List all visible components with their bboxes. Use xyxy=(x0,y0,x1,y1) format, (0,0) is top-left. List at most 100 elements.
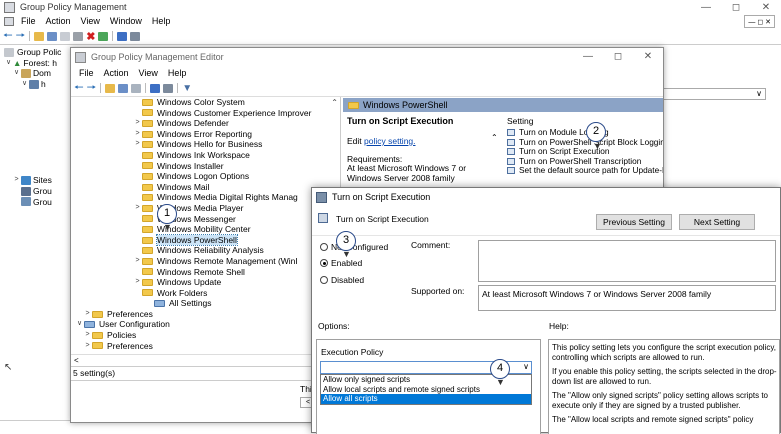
editor-menu-help[interactable]: Help xyxy=(163,67,192,80)
gpm-tree-item[interactable]: ∨ Dom xyxy=(4,68,74,79)
setting-column-header[interactable]: Setting xyxy=(507,116,533,126)
properties-icon[interactable] xyxy=(163,83,174,93)
back-arrow-icon[interactable]: 🠔 xyxy=(74,79,84,98)
folder-up-icon[interactable] xyxy=(34,31,45,41)
callout-2-pointer: ▼ xyxy=(593,141,602,151)
setting-row[interactable]: Set the default source path for Update-H… xyxy=(507,165,663,176)
forward-arrow-icon[interactable]: 🠖 xyxy=(16,27,26,46)
back-arrow-icon[interactable]: 🠔 xyxy=(3,27,13,46)
editor-menu-view[interactable]: View xyxy=(134,67,163,80)
close-icon[interactable]: ✕ xyxy=(633,48,663,66)
tree-item-label: Windows Customer Experience Improver xyxy=(157,107,312,118)
expand-arrow-icon[interactable]: > xyxy=(133,118,142,129)
tree-item[interactable]: > Windows Defender xyxy=(133,118,338,129)
scroll-left-icon[interactable]: < xyxy=(74,356,79,365)
radio-disabled[interactable]: Disabled xyxy=(320,275,364,285)
expand-arrow-icon[interactable]: > xyxy=(133,139,142,150)
sites-icon xyxy=(21,176,31,186)
tree-scroll-up-icon[interactable]: ⌃ xyxy=(331,98,338,107)
comment-field[interactable] xyxy=(478,240,776,282)
next-setting-button[interactable]: Next Setting xyxy=(679,214,755,230)
folder-up-icon[interactable] xyxy=(105,83,116,93)
close-icon[interactable]: ✕ xyxy=(751,0,781,15)
expand-arrow-icon[interactable]: > xyxy=(133,256,142,267)
collapse-arrow-icon[interactable]: ∨ xyxy=(75,319,84,330)
tree-item[interactable]: > Windows Hello for Business xyxy=(133,139,338,150)
expand-arrow-icon[interactable]: > xyxy=(83,330,92,341)
tree-item[interactable]: Windows Ink Workspace xyxy=(133,150,338,161)
gpm-tree-item[interactable]: Group Polic xyxy=(4,47,74,58)
tree-item[interactable]: ∨ User Configuration xyxy=(75,319,338,330)
tree-item[interactable]: > Windows Update xyxy=(133,277,338,288)
tree-item-label: Policies xyxy=(107,330,137,341)
tree-item[interactable]: Windows Installer xyxy=(133,161,338,172)
dropdown-option-highlighted[interactable]: Allow all scripts xyxy=(321,394,531,404)
previous-setting-button[interactable]: Previous Setting xyxy=(596,214,672,230)
expand-arrow-icon[interactable]: > xyxy=(83,309,92,320)
gpm-right-dropdown[interactable]: ∨ xyxy=(660,88,766,100)
paste-icon[interactable] xyxy=(73,31,84,41)
gpm-child-controls[interactable]: — ◻ ✕ xyxy=(744,15,775,28)
forward-arrow-icon[interactable]: 🠖 xyxy=(87,79,97,98)
tree-item[interactable]: > Windows Error Reporting xyxy=(133,129,338,140)
folder-icon xyxy=(142,151,153,159)
gpm-menu-view[interactable]: View xyxy=(76,15,105,28)
help-icon[interactable] xyxy=(150,83,161,93)
gpm-tree-item[interactable]: > Sites xyxy=(4,175,74,186)
radio-enabled[interactable]: Enabled xyxy=(320,258,362,268)
tree-item[interactable]: Windows Remote Shell xyxy=(133,267,338,278)
tree-item[interactable]: Windows Reliability Analysis xyxy=(133,245,338,256)
modeling-icon xyxy=(21,186,31,196)
policy-setting-icon xyxy=(507,148,515,156)
maximize-icon[interactable]: ◻ xyxy=(603,48,633,66)
dropdown-chevron-icon[interactable]: ∨ xyxy=(523,362,529,371)
expand-arrow-icon[interactable]: > xyxy=(133,277,142,288)
properties-icon[interactable] xyxy=(130,31,141,41)
filter-icon[interactable]: ▼ xyxy=(182,83,192,94)
edit-policy-link[interactable]: policy setting. xyxy=(364,136,416,146)
tree-item[interactable]: All Settings xyxy=(145,298,338,309)
minimize-icon[interactable]: — xyxy=(573,48,603,66)
tree-item[interactable]: > Preferences xyxy=(83,341,338,352)
minimize-icon[interactable]: — xyxy=(691,0,721,15)
export-icon[interactable] xyxy=(131,83,142,93)
show-tree-icon[interactable] xyxy=(118,83,129,93)
tree-item[interactable]: Windows Color System xyxy=(133,97,338,108)
expand-arrow-icon[interactable]: > xyxy=(83,341,92,352)
tree-item[interactable]: Work Folders xyxy=(133,288,338,299)
tree-item[interactable]: > Windows Remote Management (WinI xyxy=(133,256,338,267)
setting-label: Set the default source path for Update-H… xyxy=(519,165,663,175)
gpm-tree-item[interactable]: Grou xyxy=(4,197,74,208)
expand-arrow-icon[interactable]: > xyxy=(133,203,142,214)
help-icon[interactable] xyxy=(117,31,128,41)
toolbar-separator xyxy=(177,83,179,93)
help-panel: This policy setting lets you configure t… xyxy=(548,339,780,434)
show-tree-icon[interactable] xyxy=(47,31,58,41)
folder-icon xyxy=(142,98,153,106)
tree-item-label: Windows PowerShell xyxy=(156,233,238,247)
tree-item[interactable]: > Preferences xyxy=(83,309,338,320)
description-scroll-up-icon[interactable]: ⌃ xyxy=(491,133,498,142)
tree-item-label: Windows Media Digital Rights Manag xyxy=(157,192,298,203)
gpm-tree-item[interactable]: Grou xyxy=(4,186,74,197)
tree-item[interactable]: > Policies xyxy=(83,330,338,341)
editor-menu-action[interactable]: Action xyxy=(99,67,134,80)
tree-item[interactable]: Windows Mail xyxy=(133,182,338,193)
copy-icon[interactable] xyxy=(60,31,71,41)
tree-item[interactable]: Windows Media Digital Rights Manag xyxy=(133,192,338,203)
editor-tree-hscroll[interactable]: < xyxy=(71,354,329,365)
delete-icon[interactable]: ✖ xyxy=(86,30,95,43)
gpm-menu-help[interactable]: Help xyxy=(147,15,176,28)
gpm-menu-action[interactable]: Action xyxy=(41,15,76,28)
tree-item[interactable]: Windows PowerShell xyxy=(133,233,338,247)
refresh-icon[interactable] xyxy=(98,31,109,41)
callout-2: 2 xyxy=(586,122,606,142)
gpm-menu-window[interactable]: Window xyxy=(105,15,147,28)
maximize-icon[interactable]: ◻ xyxy=(721,0,751,15)
gpm-tree-item[interactable]: ∨ ▲ Forest: h xyxy=(4,58,74,69)
tree-item[interactable]: Windows Logon Options xyxy=(133,171,338,182)
expand-arrow-icon[interactable]: > xyxy=(133,129,142,140)
tree-item[interactable]: Windows Customer Experience Improver xyxy=(133,108,338,119)
gpm-tree-item[interactable]: ∨ h xyxy=(4,79,74,90)
callout-1-pointer: ▼ xyxy=(163,222,172,232)
